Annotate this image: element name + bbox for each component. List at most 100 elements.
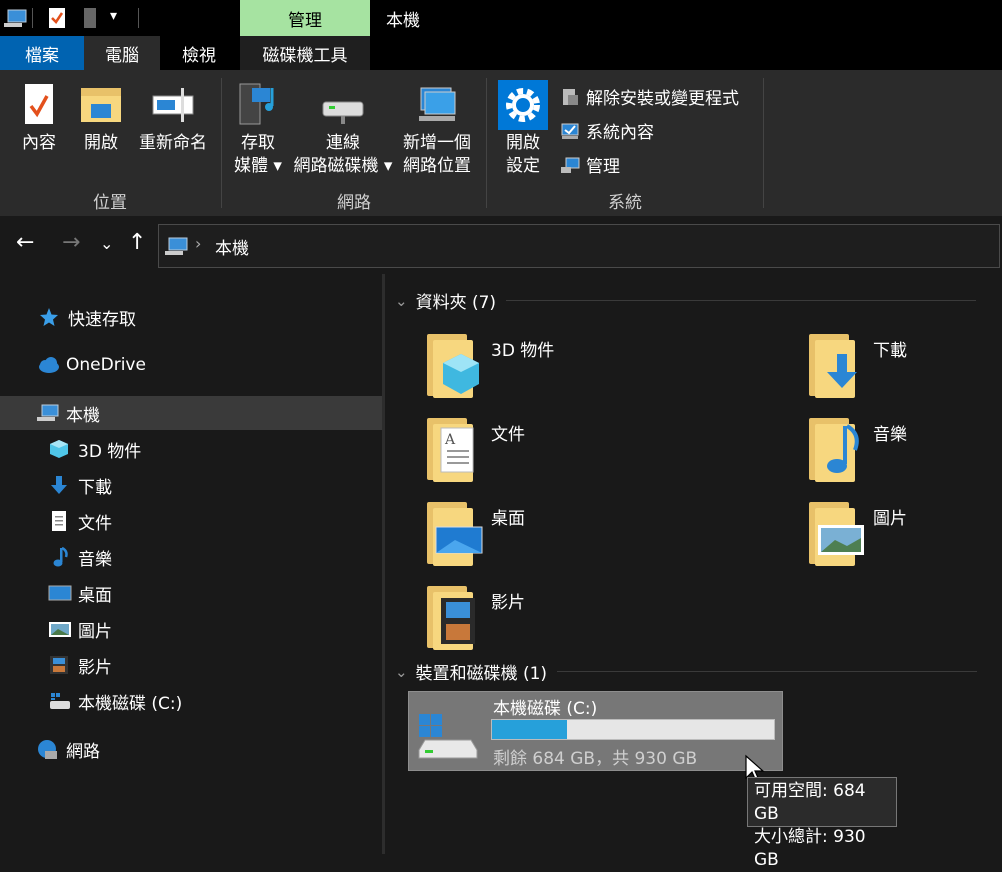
window-title: 本機: [386, 11, 420, 31]
drive-usage-fill: [492, 720, 567, 739]
rename-icon: [152, 88, 194, 122]
add-network-location-button[interactable]: 新增一個 網路位置: [398, 82, 476, 178]
tooltip-total-size: 大小總計: 930 GB: [754, 827, 866, 870]
folder-label: 3D 物件: [491, 341, 555, 361]
chevron-down-icon: ⌄: [395, 662, 408, 681]
folder-label: 音樂: [873, 425, 907, 445]
open-settings-label-2: 設定: [506, 156, 540, 176]
drive-local-disk-c[interactable]: 本機磁碟 (C:) 剩餘 684 GB，共 930 GB: [408, 691, 783, 771]
properties-icon[interactable]: [48, 7, 66, 29]
pictures-folder-icon: [803, 498, 864, 568]
sidebar-label: 本機: [66, 405, 100, 426]
sidebar-label: 圖片: [78, 621, 112, 642]
network-location-icon: [419, 87, 456, 121]
open-label: 開啟: [84, 133, 118, 153]
breadcrumb-chevron-icon[interactable]: ›: [195, 234, 201, 253]
desktop-icon: [48, 582, 72, 604]
drive-tooltip: 可用空間: 684 GB 大小總計: 930 GB: [747, 777, 897, 870]
sidebar-item-pictures[interactable]: 圖片: [0, 612, 428, 646]
cloud-icon: [36, 354, 59, 376]
folder-3d-objects[interactable]: 3D 物件: [421, 330, 721, 400]
open-settings-button[interactable]: 開啟 設定: [496, 80, 550, 178]
chevron-down-icon: ⌄: [395, 291, 408, 310]
title-bar: ▾ 管理 本機: [0, 0, 1002, 36]
system-properties-label: 系統內容: [586, 123, 654, 143]
folder-label: 下載: [873, 341, 907, 361]
devices-group-label: 裝置和磁碟機 (1): [415, 664, 548, 684]
properties-button[interactable]: 內容: [14, 82, 64, 155]
sidebar-item-local-disk-c[interactable]: 本機磁碟 (C:): [0, 684, 428, 718]
breadcrumb-this-pc[interactable]: 本機: [215, 234, 249, 259]
map-drive-label-1: 連線: [326, 133, 360, 153]
computer-icon: [36, 402, 59, 424]
sidebar-item-3d-objects[interactable]: 3D 物件: [0, 432, 428, 466]
content-pane: ⌄ 資料夾 (7) 3D 物件 下載 A 文件 音樂 桌面 圖片 影片 ⌄ 裝置…: [385, 274, 1002, 854]
documents-folder-icon: A: [421, 414, 481, 484]
folders-group-label: 資料夾 (7): [415, 293, 497, 313]
back-arrow-icon[interactable]: ←: [16, 230, 34, 255]
rename-button[interactable]: 重新命名: [136, 82, 210, 155]
sidebar-item-videos[interactable]: 影片: [0, 648, 428, 682]
properties-icon: [25, 84, 53, 124]
cube-icon: [48, 438, 70, 460]
tab-drive-tools[interactable]: 磁碟機工具: [240, 36, 370, 70]
sidebar-item-this-pc[interactable]: 本機: [0, 396, 416, 430]
tab-view[interactable]: 檢視: [160, 36, 238, 70]
sidebar-label: 本機磁碟 (C:): [78, 693, 183, 714]
folder-videos[interactable]: 影片: [421, 582, 721, 652]
context-group-label: 管理: [240, 0, 370, 36]
folders-group-header[interactable]: ⌄ 資料夾 (7): [395, 288, 977, 313]
forward-arrow-icon[interactable]: →: [62, 230, 80, 255]
folder-label: 影片: [491, 593, 525, 613]
music-note-icon: [48, 546, 70, 568]
sidebar-item-network[interactable]: 網路: [0, 732, 416, 766]
map-network-drive-button[interactable]: 連線 網路磁碟機 ▾: [292, 82, 394, 178]
tab-computer[interactable]: 電腦: [84, 36, 160, 70]
desktop-folder-icon: [421, 498, 483, 568]
group-label-network: 網路: [337, 193, 371, 213]
download-arrow-icon: [48, 474, 70, 496]
ribbon: 內容 開啟 重新命名 位置 存取 媒體 ▾ 連線 網路磁碟機 ▾ 新增一個 網路…: [0, 70, 1002, 217]
sidebar-item-music[interactable]: 音樂: [0, 540, 428, 574]
recent-locations-chevron-icon[interactable]: ⌄: [100, 234, 113, 253]
sidebar-item-downloads[interactable]: 下載: [0, 468, 428, 502]
sidebar-item-desktop[interactable]: 桌面: [0, 576, 428, 610]
navigation-pane: 快速存取 OneDrive 本機 3D 物件 下載 文件 音樂 桌面 圖片 影片…: [0, 274, 416, 854]
network-icon: [36, 738, 58, 760]
uninstall-icon: [563, 88, 578, 105]
up-arrow-icon[interactable]: ↑: [128, 230, 146, 255]
computer-icon: [165, 237, 188, 255]
customize-quick-access-icon[interactable]: ▾: [110, 8, 117, 24]
manage-button[interactable]: 管理: [560, 152, 620, 177]
folder-documents[interactable]: A 文件: [421, 414, 721, 484]
folder-desktop[interactable]: 桌面: [421, 498, 721, 568]
devices-group-header[interactable]: ⌄ 裝置和磁碟機 (1): [395, 659, 978, 684]
sidebar-label: OneDrive: [66, 355, 146, 375]
folder-downloads[interactable]: 下載: [803, 330, 1002, 400]
drive-free-space: 剩餘 684 GB，共 930 GB: [493, 749, 698, 769]
settings-gear-icon: [498, 80, 548, 130]
uninstall-program-button[interactable]: 解除安裝或變更程式: [560, 84, 739, 109]
network-drive-icon: [322, 101, 364, 124]
sidebar-item-onedrive[interactable]: OneDrive: [0, 348, 416, 382]
folder-music[interactable]: 音樂: [803, 414, 1002, 484]
sidebar-item-documents[interactable]: 文件: [0, 504, 428, 538]
videos-folder-icon: [421, 582, 481, 652]
folder-pictures[interactable]: 圖片: [803, 498, 1002, 568]
music-folder-icon: [803, 414, 863, 484]
new-folder-icon[interactable]: [82, 7, 98, 29]
access-media-button[interactable]: 存取 媒體 ▾: [230, 82, 286, 178]
system-properties-button[interactable]: 系統內容: [560, 118, 654, 143]
svg-text:A: A: [444, 432, 456, 448]
windows-hard-drive-icon: [418, 714, 478, 759]
sidebar-label: 桌面: [78, 585, 112, 606]
document-icon: [48, 510, 70, 532]
film-icon: [48, 654, 70, 676]
sidebar-label: 下載: [78, 477, 112, 498]
open-button[interactable]: 開啟: [76, 82, 126, 155]
3d-objects-folder-icon: [421, 330, 481, 400]
sidebar-item-quick-access[interactable]: 快速存取: [0, 300, 418, 334]
tab-file[interactable]: 檔案: [0, 36, 84, 70]
address-bar[interactable]: › 本機: [158, 224, 1000, 268]
folder-label: 桌面: [491, 509, 525, 529]
